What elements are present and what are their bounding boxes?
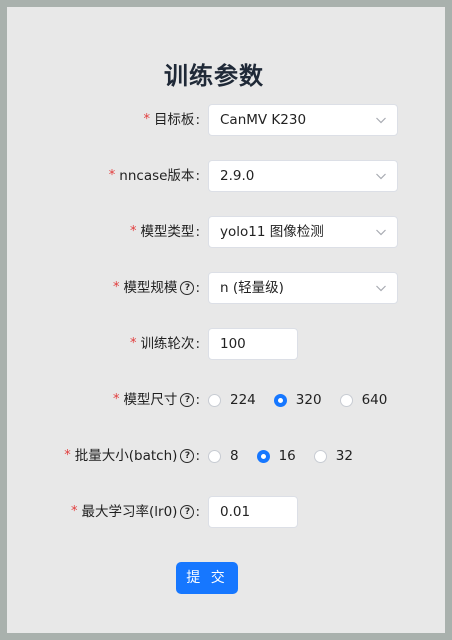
radio-circle[interactable] [339,393,353,407]
label-colon: : [195,392,200,408]
model-scale-select[interactable]: n (轻量级) [208,272,398,304]
radio-label: 32 [335,448,353,464]
question-circle-icon[interactable]: ? [180,393,195,407]
learning-rate-input[interactable]: 0.01 [208,496,298,528]
model-scale-label: * 模型规模 ? : [113,272,200,304]
radio-circle[interactable] [256,449,270,463]
target-board-row: * 目标板 : CanMV K230 [7,104,445,136]
question-circle-icon[interactable]: ? [180,449,195,463]
model-size-option[interactable]: 224 [208,392,256,408]
training-params-panel: 训练参数 * 目标板 : CanMV K230 * nncase版本 : 2.9… [7,7,445,633]
batch-size-radio-group: 8 16 32 [208,440,371,472]
page-title: 训练参数 [164,62,264,90]
batch-size-option[interactable]: 8 [208,448,239,464]
chevron-down-icon [376,173,386,180]
epochs-input[interactable]: 100 [208,328,298,360]
batch-size-label: * 批量大小(batch) ? : [64,440,200,472]
model-scale-label-text: 模型规模 [123,280,178,296]
label-colon: : [195,504,200,520]
target-board-select[interactable]: CanMV K230 [208,104,398,136]
target-board-value: CanMV K230 [220,112,307,128]
model-scale-value: n (轻量级) [220,280,284,296]
model-size-row: * 模型尺寸 ? : 224 320 640 [7,384,445,416]
required-mark: * [112,392,120,407]
radio-label: 224 [230,392,256,408]
batch-size-label-text: 批量大小(batch) [74,448,178,464]
label-colon: : [195,280,200,296]
required-mark: * [143,112,150,127]
label-colon: : [195,112,200,128]
model-type-value: yolo11 图像检测 [220,224,324,240]
radio-circle[interactable] [208,393,221,407]
nncase-version-value: 2.9.0 [220,168,255,184]
target-board-label: * 目标板 : [143,104,200,136]
model-type-row: * 模型类型 : yolo11 图像检测 [7,216,445,248]
epochs-label-text: 训练轮次 [140,336,195,352]
label-colon: : [195,224,200,240]
required-mark: * [64,448,71,463]
required-mark: * [129,224,137,239]
radio-label: 8 [230,448,239,464]
epochs-label: * 训练轮次 : [130,328,200,360]
submit-button[interactable]: 提 交 [176,562,238,594]
epochs-row: * 训练轮次 : 100 [7,328,445,360]
learning-rate-label-text: 最大学习率(lr0) [81,504,178,520]
batch-size-option[interactable]: 16 [256,448,296,464]
model-size-option[interactable]: 320 [273,392,322,408]
nncase-version-select[interactable]: 2.9.0 [208,160,398,192]
radio-label: 16 [278,448,296,464]
nncase-version-label: * nncase版本 : [109,160,200,192]
label-colon: : [195,448,200,464]
required-mark: * [129,336,137,351]
chevron-down-icon [376,117,386,124]
question-circle-icon[interactable]: ? [180,505,195,519]
model-size-label-text: 模型尺寸 [123,392,178,408]
chevron-down-icon [376,229,386,236]
label-colon: : [195,336,200,352]
model-size-option[interactable]: 640 [339,392,388,408]
model-size-label: * 模型尺寸 ? : [113,384,200,416]
nncase-version-label-text: nncase版本 [119,168,195,184]
model-size-radio-group: 224 320 640 [208,384,405,416]
radio-label: 320 [295,392,322,408]
learning-rate-label: * 最大学习率(lr0) ? : [71,496,200,528]
radio-circle[interactable] [313,449,327,463]
radio-label: 640 [361,392,388,408]
question-circle-icon[interactable]: ? [180,281,195,295]
batch-size-option[interactable]: 32 [313,448,353,464]
required-mark: * [71,504,78,519]
label-colon: : [195,168,200,184]
required-mark: * [112,280,120,295]
learning-rate-row: * 最大学习率(lr0) ? : 0.01 [7,496,445,528]
radio-circle[interactable] [273,393,287,407]
required-mark: * [108,168,116,183]
batch-size-row: * 批量大小(batch) ? : 8 16 32 [7,440,445,472]
chevron-down-icon [376,285,386,292]
model-type-label-text: 模型类型 [140,224,195,240]
target-board-label-text: 目标板 [153,112,195,128]
model-type-select[interactable]: yolo11 图像检测 [208,216,398,248]
model-type-label: * 模型类型 : [130,216,200,248]
epochs-value: 100 [220,336,246,352]
radio-circle[interactable] [208,449,221,463]
model-scale-row: * 模型规模 ? : n (轻量级) [7,272,445,304]
learning-rate-value: 0.01 [220,504,251,520]
nncase-version-row: * nncase版本 : 2.9.0 [7,160,445,192]
